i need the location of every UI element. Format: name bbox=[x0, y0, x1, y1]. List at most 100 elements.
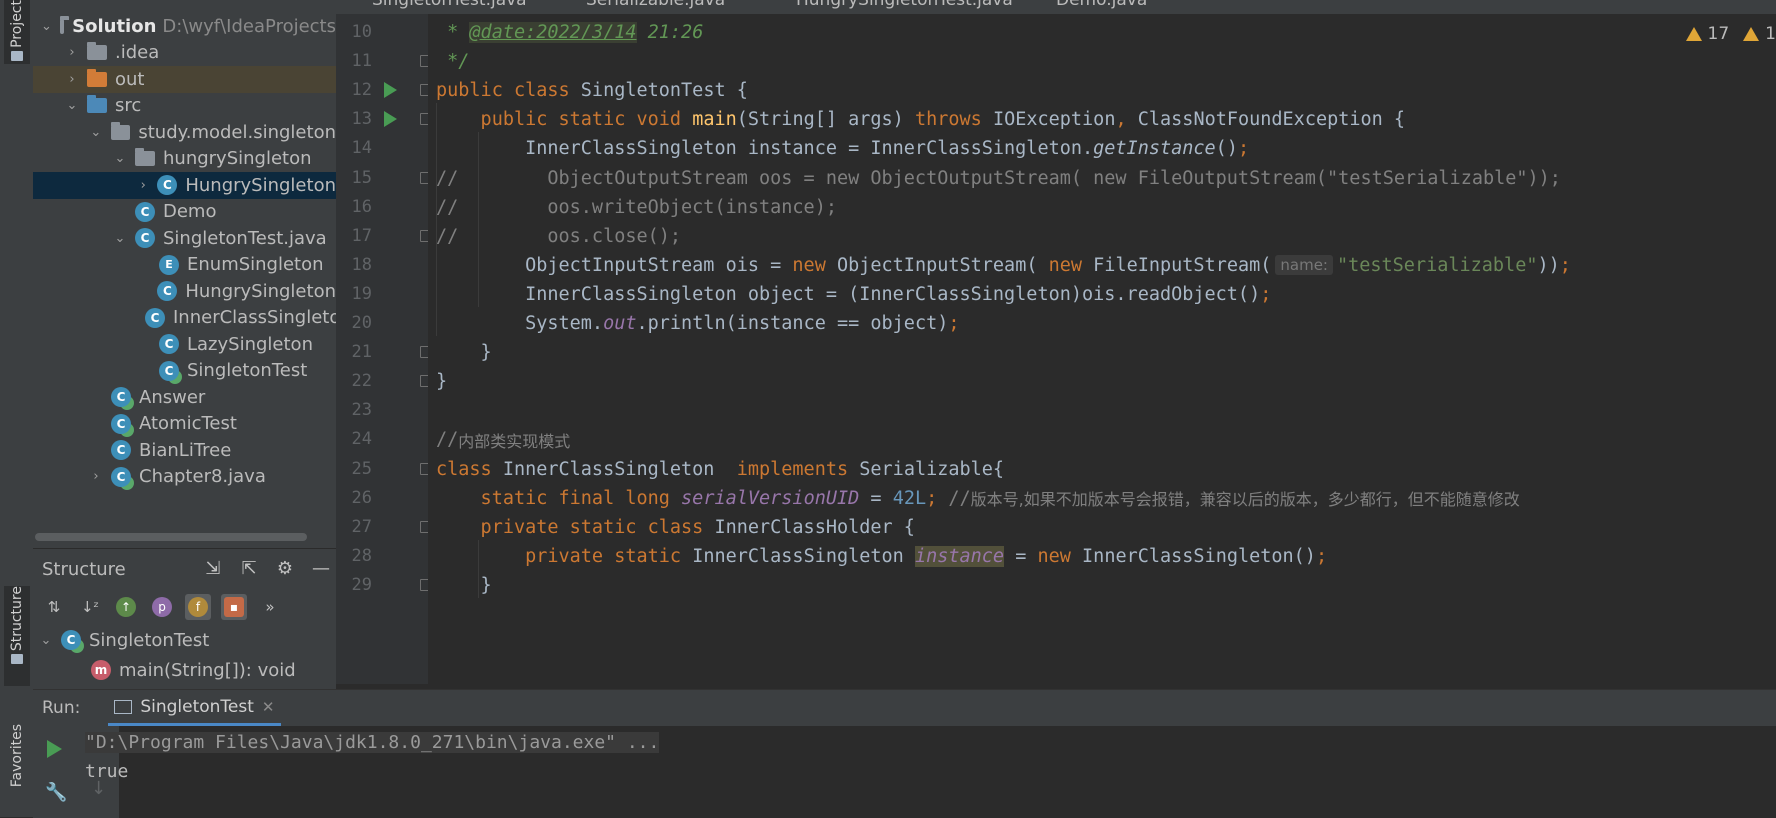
tree-item[interactable]: C BianLiTree bbox=[33, 437, 336, 464]
line-number: 18 bbox=[351, 254, 372, 275]
folder-icon bbox=[59, 15, 70, 34]
tree-item-label: study.model.singleton bbox=[138, 121, 336, 143]
chevron-down-icon[interactable]: ⌄ bbox=[113, 231, 127, 246]
expand-all-icon[interactable]: ⇲ bbox=[202, 557, 224, 579]
tree-item[interactable]: › out bbox=[33, 66, 336, 93]
project-horizontal-scrollbar[interactable] bbox=[33, 530, 336, 544]
show-fields-icon[interactable]: f bbox=[185, 594, 211, 620]
code-token: new bbox=[792, 254, 837, 276]
tree-item[interactable]: C HungrySingleton bbox=[33, 278, 336, 305]
tree-item[interactable]: C AtomicTest bbox=[33, 411, 336, 438]
line-number: 12 bbox=[351, 80, 372, 101]
show-inherited-icon[interactable]: ↑ bbox=[113, 594, 139, 620]
tree-item[interactable]: C Answer bbox=[33, 384, 336, 411]
line-number: 11 bbox=[351, 51, 372, 72]
code-token: // bbox=[436, 429, 459, 451]
code-editor[interactable]: 17 1 * @date:2022/3/14 21:26 */public cl… bbox=[428, 14, 1776, 684]
run-gutter-icon[interactable] bbox=[384, 111, 397, 128]
collapse-all-icon[interactable]: ⇱ bbox=[238, 557, 260, 579]
show-properties-icon[interactable]: p bbox=[149, 594, 175, 620]
run-tab-singletontest[interactable]: SingletonTest ✕ bbox=[108, 690, 281, 726]
minimize-icon[interactable]: — bbox=[310, 557, 332, 579]
code-line: //内部类实现模式 bbox=[436, 423, 1776, 456]
tree-item-label: Solution bbox=[72, 15, 157, 37]
code-token: ; bbox=[926, 487, 949, 509]
editor-tab-bar: SingletonTest.java Serializable.java Hun… bbox=[336, 0, 1776, 14]
chevron-right-icon[interactable]: › bbox=[65, 45, 79, 60]
code-token: } bbox=[436, 342, 492, 364]
tree-item[interactable]: ⌄ Solution D:\wyf\IdeaProjects bbox=[33, 13, 336, 40]
rerun-icon[interactable] bbox=[47, 740, 62, 758]
folder-icon bbox=[135, 148, 155, 167]
tree-item-label: Answer bbox=[139, 386, 206, 408]
sort-alphabetically-icon[interactable]: ↓ᶻ bbox=[77, 594, 103, 620]
code-token: IOException bbox=[992, 109, 1116, 131]
structure-item[interactable]: m main(String[]): void bbox=[33, 655, 336, 685]
tree-item[interactable]: ⌄ study.model.singleton bbox=[33, 119, 336, 146]
gear-icon[interactable]: ⚙ bbox=[274, 557, 296, 579]
code-token: , bbox=[1115, 109, 1138, 131]
chevron-down-icon[interactable]: ⌄ bbox=[89, 125, 103, 140]
chevron-right-icon[interactable]: › bbox=[65, 72, 79, 87]
code-token: ; bbox=[1315, 545, 1328, 567]
tree-item[interactable]: C LazySingleton bbox=[33, 331, 336, 358]
tree-item[interactable]: C SingletonTest bbox=[33, 358, 336, 385]
class-icon: C bbox=[111, 413, 131, 434]
tab-hungrysingletontest[interactable]: HungrySingletonTest.java bbox=[796, 0, 1013, 14]
wrench-icon[interactable]: 🔧 bbox=[45, 782, 67, 803]
code-token: 21:26 bbox=[636, 22, 704, 43]
chevron-down-icon[interactable]: ⌄ bbox=[41, 19, 52, 34]
chevron-right-icon[interactable]: › bbox=[89, 469, 103, 484]
chevron-down-icon[interactable]: ⌄ bbox=[65, 98, 79, 113]
code-token: ClassNotFoundException { bbox=[1137, 109, 1406, 131]
tree-item[interactable]: › C Chapter8.java bbox=[33, 464, 336, 491]
tab-demo[interactable]: Demo.java bbox=[1056, 0, 1147, 14]
tree-item-label: HungrySingleton bbox=[185, 280, 336, 302]
tree-item[interactable]: › .idea bbox=[33, 40, 336, 67]
class-icon: C bbox=[159, 360, 179, 381]
tree-item[interactable]: C Demo bbox=[33, 199, 336, 226]
code-line: public static void main (String[] args) t… bbox=[436, 103, 1776, 136]
structure-item[interactable]: ⌄ C SingletonTest bbox=[33, 625, 336, 655]
chevron-right-icon[interactable]: › bbox=[137, 178, 149, 193]
tree-item[interactable]: › C HungrySingleton bbox=[33, 172, 336, 199]
scrollbar-thumb[interactable] bbox=[35, 533, 307, 541]
favorites-tool-label: Favorites bbox=[9, 724, 25, 788]
structure-item-label: SingletonTest bbox=[89, 629, 210, 651]
code-token: ; bbox=[1260, 283, 1272, 305]
structure-icon bbox=[11, 654, 23, 665]
run-gutter-icon[interactable] bbox=[384, 82, 397, 99]
show-non-public-icon[interactable]: ▪ bbox=[221, 594, 247, 620]
code-token: * bbox=[436, 22, 470, 43]
tree-item[interactable]: C InnerClassSingleton bbox=[33, 305, 336, 332]
close-icon[interactable]: ✕ bbox=[262, 698, 275, 716]
code-token: InnerClassSingleton instance = InnerClas… bbox=[436, 138, 1094, 160]
console-output[interactable]: "D:\Program Files\Java\jdk1.8.0_271\bin\… bbox=[85, 726, 1776, 818]
tab-singletontest[interactable]: SingletonTest.java bbox=[372, 0, 527, 14]
code-line: } bbox=[436, 365, 1776, 398]
code-token: throws bbox=[914, 109, 993, 131]
tree-item[interactable]: ⌄ C SingletonTest.java bbox=[33, 225, 336, 252]
sort-by-visibility-icon[interactable]: ⇅ bbox=[41, 594, 67, 620]
line-number: 27 bbox=[351, 516, 372, 537]
line-number: 21 bbox=[351, 342, 372, 363]
structure-tool-tab[interactable]: Structure bbox=[4, 586, 30, 686]
tree-item[interactable]: E EnumSingleton bbox=[33, 252, 336, 279]
line-number: 26 bbox=[351, 487, 372, 508]
tab-serializable[interactable]: Serializable.java bbox=[586, 0, 725, 14]
code-line: InnerClassSingleton object = (InnerClass… bbox=[436, 278, 1776, 311]
project-tool-tab[interactable]: Project bbox=[4, 0, 30, 64]
chevron-down-icon[interactable]: ⌄ bbox=[39, 633, 53, 648]
run-tab-label: SingletonTest bbox=[140, 696, 254, 717]
favorites-tool-tab[interactable]: Favorites bbox=[4, 724, 30, 817]
tree-item[interactable]: ⌄ src bbox=[33, 93, 336, 120]
chevron-down-icon[interactable]: ⌄ bbox=[113, 151, 127, 166]
tree-item[interactable]: ⌄ hungrySingleton bbox=[33, 146, 336, 173]
line-number: 20 bbox=[351, 313, 372, 333]
more-icon[interactable]: » bbox=[257, 594, 283, 620]
code-token: class bbox=[436, 458, 503, 480]
